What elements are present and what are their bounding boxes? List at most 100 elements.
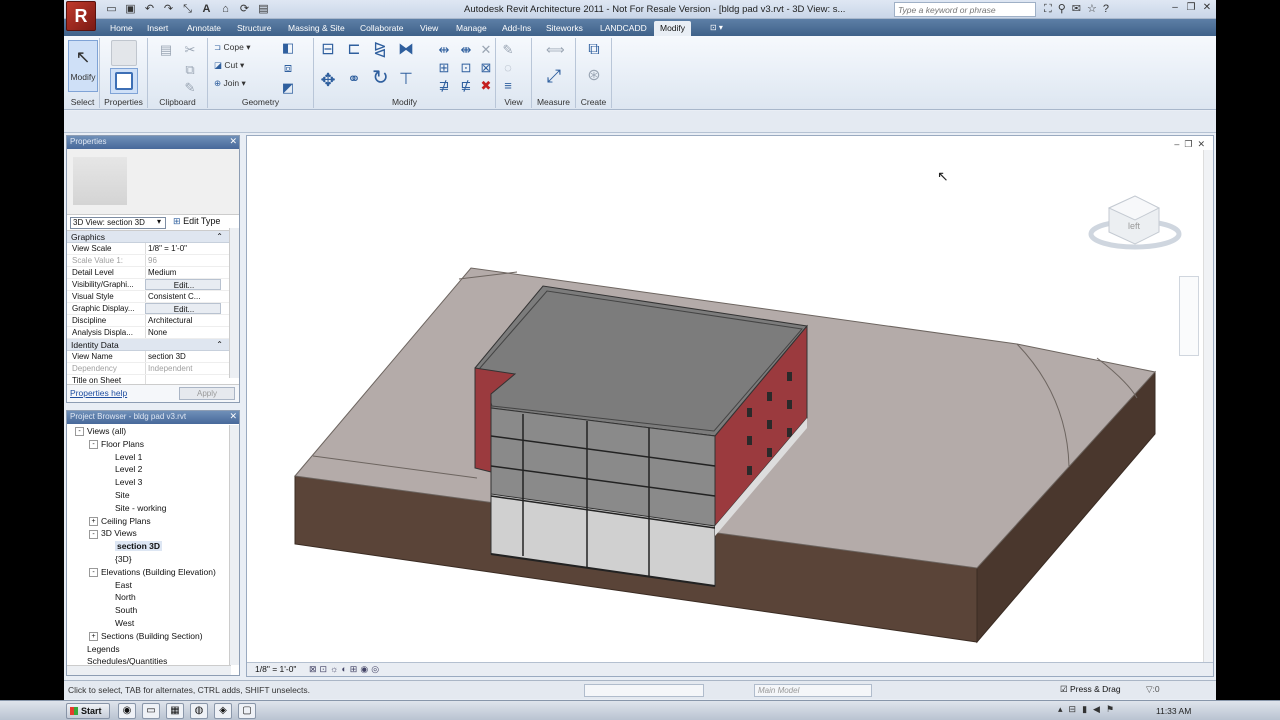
expand-toggle-icon[interactable]: + <box>89 516 98 526</box>
linework-icon[interactable]: ≡ <box>500 78 516 94</box>
browser-node[interactable]: - Views (all) <box>67 425 231 438</box>
rotate-icon[interactable]: ↻ <box>372 68 389 88</box>
open-icon[interactable]: ▭ <box>104 2 119 16</box>
tab-add-ins[interactable]: Add-Ins <box>496 21 537 36</box>
collapse-toggle-icon[interactable]: - <box>89 529 98 539</box>
binoculars-icon[interactable]: ⛶ <box>1044 2 1052 16</box>
workset-selector[interactable] <box>584 684 704 697</box>
detail-level-icon[interactable]: ⊠ <box>309 664 317 675</box>
browser-node[interactable]: Site - working <box>67 502 231 515</box>
paint-icon[interactable]: ◩ <box>280 80 296 96</box>
browser-node[interactable]: section 3D <box>67 540 231 553</box>
expand-toggle-icon[interactable]: + <box>89 632 98 641</box>
volume-icon[interactable]: ◀ <box>1093 704 1100 715</box>
property-row[interactable]: Graphic Display... Edit... <box>67 303 239 315</box>
properties-close-icon[interactable]: ✕ <box>229 136 237 147</box>
minimize-icon[interactable]: – <box>1170 2 1180 13</box>
type-properties-button[interactable] <box>108 40 140 68</box>
chevron-down-icon[interactable]: ▾ <box>157 217 161 226</box>
properties-help-link[interactable]: Properties help <box>70 388 127 398</box>
property-value[interactable]: Medium <box>145 267 221 278</box>
property-row[interactable]: View Scale 1/8" = 1'-0" <box>67 243 239 255</box>
folder-icon[interactable]: ▭ <box>142 703 160 719</box>
tab-view[interactable]: View <box>414 21 444 36</box>
split-gap-icon[interactable]: ⇼ <box>458 42 474 58</box>
browser-icon[interactable]: ◉ <box>118 703 136 719</box>
override-graphics-icon[interactable]: ✎ <box>500 42 516 58</box>
sun-path-icon[interactable]: ☼ <box>330 664 338 675</box>
measure-tool-icon[interactable]: ⤢ <box>546 67 562 85</box>
browser-node[interactable]: - Floor Plans <box>67 438 231 451</box>
property-value[interactable]: None <box>145 327 221 338</box>
tab-massing-site[interactable]: Massing & Site <box>282 21 351 36</box>
browser-node[interactable]: South <box>67 604 231 617</box>
match-properties-icon[interactable]: ✎ <box>182 80 198 96</box>
subscription-icon[interactable]: ⚲ <box>1058 2 1066 16</box>
section-graphics[interactable]: Graphics ⌃ <box>67 231 239 243</box>
viewcube[interactable]: left <box>1088 195 1182 250</box>
mirror-axis-icon[interactable]: ⧎ <box>372 42 388 58</box>
browser-node[interactable]: North <box>67 591 231 604</box>
close-icon[interactable]: ✕ <box>1202 2 1212 13</box>
search-input[interactable]: Type a keyword or phrase <box>894 2 1036 17</box>
flag-icon[interactable]: ⚑ <box>1106 704 1114 715</box>
press-drag-toggle[interactable]: ☑ Press & Drag <box>1060 684 1121 695</box>
browser-node[interactable]: West <box>67 617 231 630</box>
tab-insert[interactable]: Insert <box>141 21 174 36</box>
property-row[interactable]: Analysis Displa... None <box>67 327 239 339</box>
create-group-icon[interactable]: ⧉ <box>586 42 602 58</box>
sync-icon[interactable]: ⟳ <box>237 2 252 16</box>
pin-icon[interactable]: ⊠ <box>478 60 494 76</box>
tab-home[interactable]: Home <box>104 21 139 36</box>
property-value[interactable]: Independent <box>145 363 221 374</box>
tab-annotate[interactable]: Annotate <box>181 21 227 36</box>
properties-scrollbar[interactable] <box>229 228 239 378</box>
temp-hide-icon[interactable]: ◉ <box>360 664 368 675</box>
edit-type-button[interactable]: ⊞ Edit Type <box>173 216 220 227</box>
property-value[interactable]: Architectural <box>145 315 221 326</box>
tab-siteworks[interactable]: Siteworks <box>540 21 589 36</box>
edit-button[interactable]: Edit... <box>145 303 221 314</box>
move-icon[interactable]: ✥ <box>320 71 336 89</box>
split-icon[interactable]: ⇹ <box>436 42 452 58</box>
text-icon[interactable]: A <box>199 2 214 16</box>
join-button[interactable]: ⊕ Join ▾ <box>214 78 246 89</box>
dimension-icon[interactable]: ⟺ <box>546 42 565 58</box>
switch-windows-icon[interactable]: ▤ <box>256 2 271 16</box>
edit-button[interactable]: Edit... <box>145 279 221 290</box>
property-row[interactable]: Visibility/Graphi... Edit... <box>67 279 239 291</box>
scale-icon[interactable]: ⊡ <box>458 60 474 76</box>
navigation-bar[interactable] <box>1179 276 1199 356</box>
wall-joins-icon[interactable]: ⧈ <box>280 60 296 76</box>
reveal-icon[interactable]: ◎ <box>371 664 379 675</box>
property-value[interactable]: 96 <box>145 255 221 266</box>
align-icon[interactable]: ⊟ <box>320 42 336 58</box>
section-identity[interactable]: Identity Data ⌃ <box>67 339 239 351</box>
browser-node[interactable]: Level 1 <box>67 451 231 464</box>
type-selector[interactable]: 3D View: section 3D <box>70 217 166 229</box>
property-row[interactable]: View Name section 3D <box>67 351 239 363</box>
redo-icon[interactable]: ↷ <box>161 2 176 16</box>
modify-button[interactable]: ↖ Modify <box>68 40 98 92</box>
tab-structure[interactable]: Structure <box>231 21 278 36</box>
browser-node[interactable]: + Ceiling Plans <box>67 515 231 528</box>
sketch-icon[interactable]: ◈ <box>214 703 232 719</box>
property-value[interactable]: Consistent C... <box>145 291 221 302</box>
create-similar-icon[interactable]: ⊛ <box>586 68 602 84</box>
apply-button[interactable]: Apply <box>179 387 235 400</box>
tab-manage[interactable]: Manage <box>450 21 493 36</box>
offset-icon[interactable]: ⊏ <box>346 42 362 58</box>
tab-collaborate[interactable]: Collaborate <box>354 21 409 36</box>
view-vscrollbar[interactable] <box>1203 150 1213 664</box>
3d-view-icon[interactable]: ⌂ <box>218 2 233 16</box>
trim-icon[interactable]: ⊤ <box>398 72 414 88</box>
restore-icon[interactable]: ❐ <box>1186 2 1196 13</box>
unpin-icon[interactable]: ✕ <box>478 42 494 58</box>
tab-landcadd[interactable]: LANDCADD <box>594 21 653 36</box>
window-icon[interactable]: ▢ <box>238 703 256 719</box>
visual-style-icon[interactable]: ⊡ <box>320 664 328 675</box>
undo-icon[interactable]: ↶ <box>142 2 157 16</box>
property-row[interactable]: Scale Value 1: 96 <box>67 255 239 267</box>
help-icon[interactable]: ? <box>1103 2 1109 16</box>
browser-hscrollbar[interactable] <box>67 665 231 675</box>
